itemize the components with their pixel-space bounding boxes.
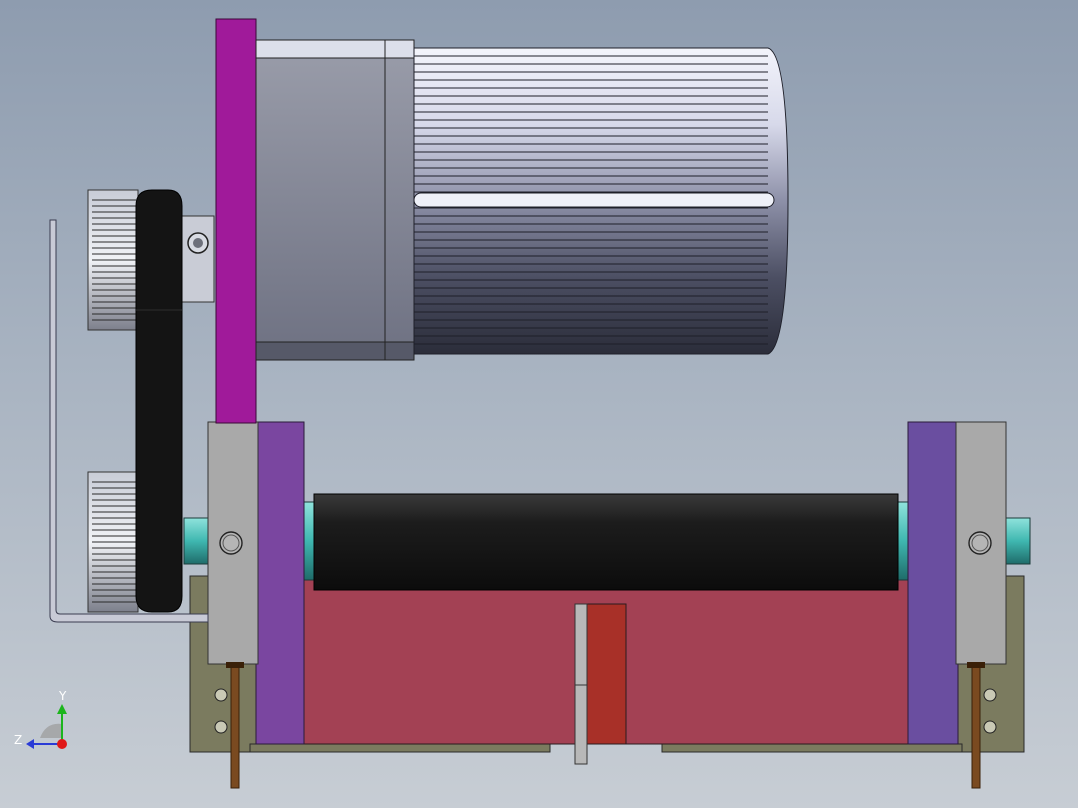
- shaft-end-left: [183, 517, 211, 565]
- side-plate-left: [255, 421, 305, 745]
- motor-flange: [255, 39, 415, 361]
- triad-z-label: Z: [14, 733, 22, 747]
- timing-belt: [135, 189, 183, 613]
- motor-bracket: [215, 18, 257, 424]
- x-axis-dot: [57, 739, 67, 749]
- lower-pulley: [87, 471, 139, 613]
- bearing-block-left: [207, 421, 259, 668]
- center-block: [585, 603, 627, 745]
- roller: [313, 493, 899, 591]
- side-plate-right: [907, 421, 959, 745]
- cad-viewport[interactable]: Y Z: [0, 0, 1078, 808]
- shaft-end-right: [1003, 517, 1031, 565]
- view-triad: Y Z: [14, 689, 67, 749]
- triad-y-label: Y: [58, 689, 67, 703]
- rod-right: [971, 661, 981, 789]
- center-blade: [574, 603, 588, 765]
- bearing-block-right: [955, 421, 1007, 668]
- motor-body: [413, 47, 789, 355]
- assembly-drawing: Y Z: [14, 18, 1031, 789]
- rod-left: [230, 661, 240, 789]
